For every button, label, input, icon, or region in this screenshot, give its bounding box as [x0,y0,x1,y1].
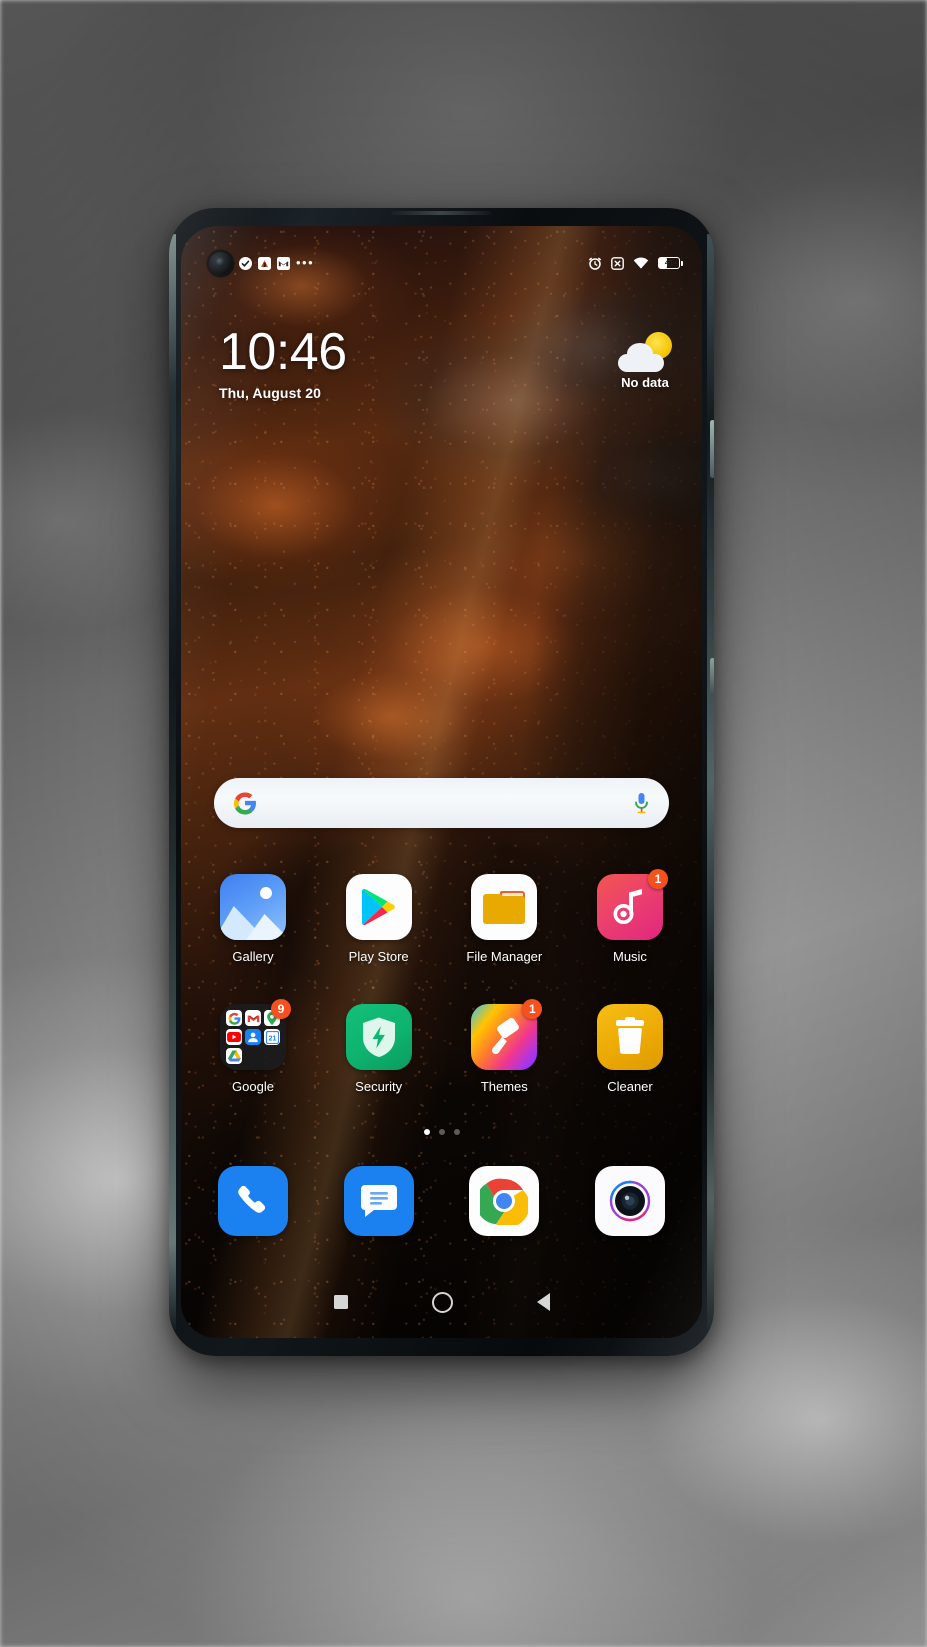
app-label: Music [612,949,647,964]
app-security[interactable]: Security [327,1004,431,1094]
app-label: File Manager [466,949,543,964]
app-notification-icon [258,256,271,270]
app-label: Play Store [348,949,409,964]
search-input[interactable] [214,778,669,828]
smartphone-device: ••• 41 10:46 Thu, August 20 No data Gall… [169,208,714,1356]
app-label: Security [355,1079,403,1094]
status-bar[interactable]: ••• 41 [181,250,702,276]
triangle-left-icon[interactable] [536,1293,550,1311]
home-app-row-1: Gallery Play Store File Manager 1 Music [201,869,682,964]
more-notifications-icon: ••• [296,255,315,270]
music-icon-wrap[interactable]: 1 [596,869,668,940]
weather-widget[interactable]: No data [616,332,674,390]
silent-mode-icon [611,256,624,270]
google-g-icon [233,791,257,815]
app-themes[interactable]: 1 Themes [452,999,556,1094]
file-manager-icon-wrap[interactable] [471,874,538,940]
mini-drive-icon [226,1048,242,1064]
folder-shape [483,890,526,924]
message-bubble-icon[interactable] [343,1166,414,1236]
app-label: Themes [480,1079,528,1094]
app-label: Cleaner [607,1079,653,1094]
camera-lens-icon[interactable] [594,1166,665,1236]
gallery-icon[interactable] [220,874,286,940]
app-label: Gallery [232,949,274,964]
dock-item-phone[interactable] [201,1166,305,1236]
battery-icon: 41 [658,257,683,269]
app-file-manager[interactable]: File Manager [452,874,556,964]
trash-icon[interactable] [596,1004,663,1070]
themes-icon-wrap[interactable]: 1 [471,999,543,1070]
mini-contacts-icon [245,1029,261,1045]
home-app-row-2: 21 9 Google Security 1 Themes Cleaner [201,999,682,1094]
cleaner-icon-wrap[interactable] [596,1004,663,1070]
folder-body [483,895,526,924]
phone-screen: ••• 41 10:46 Thu, August 20 No data Gall… [181,226,702,1338]
gmail-icon [277,256,290,270]
mini-google-search-icon [226,1010,242,1026]
volume-button[interactable] [710,658,714,696]
play-store-icon[interactable] [345,874,412,940]
folder-icon[interactable] [471,874,538,940]
gallery-sun-shape [260,887,272,899]
phone-icon[interactable] [218,1166,288,1236]
app-play-store[interactable]: Play Store [327,874,431,964]
check-circle-icon [239,256,252,270]
right-frame-rail [707,234,714,1330]
navigation-bar [181,1280,702,1324]
clock-time: 10:46 [219,323,347,381]
app-cleaner[interactable]: Cleaner [578,1004,682,1094]
mini-calendar-icon: 21 [264,1029,280,1045]
battery-percent-label: 41 [664,258,674,267]
dock-item-chrome[interactable] [452,1166,556,1236]
page-dot-3[interactable] [453,1129,460,1135]
clock-date: Thu, August 20 [219,385,321,401]
partly-cloudy-icon [616,332,674,372]
app-music[interactable]: 1 Music [578,869,682,964]
page-indicator[interactable] [181,1129,702,1135]
status-badge: 9 [271,999,291,1019]
status-bar-notification-icons[interactable]: ••• [239,255,315,270]
mini-gmail-icon [245,1010,261,1026]
trash-shape [615,1017,644,1054]
mini-youtube-icon [226,1029,242,1045]
app-google-folder[interactable]: 21 9 Google [201,999,305,1094]
shield-bolt-icon[interactable] [345,1004,412,1070]
security-icon-wrap[interactable] [345,1004,412,1070]
square-icon[interactable] [333,1295,348,1309]
svg-text:21: 21 [268,1035,276,1042]
circle-icon[interactable] [431,1291,453,1313]
alarm-icon [588,256,602,270]
gallery-icon-wrap[interactable] [220,874,286,940]
dock [201,1166,682,1236]
status-bar-system-icons[interactable]: 41 [588,256,683,270]
status-badge: 1 [522,999,543,1019]
weather-status-label: No data [621,375,669,390]
chrome-icon[interactable] [469,1166,540,1236]
microphone-icon[interactable] [633,791,650,815]
dock-item-messages[interactable] [327,1166,431,1236]
page-dot-2[interactable] [438,1129,445,1135]
cloud-shape [618,343,664,372]
left-frame-rail [169,234,176,1330]
power-button[interactable] [710,420,714,478]
trash-body [617,1028,642,1054]
page-dot-1[interactable] [423,1129,430,1135]
google-folder-icon-wrap[interactable]: 21 9 [220,999,291,1070]
trash-lid [615,1020,644,1026]
earpiece-speaker [391,211,491,215]
status-badge: 1 [647,869,668,889]
app-gallery[interactable]: Gallery [201,874,305,964]
play-store-icon-wrap[interactable] [345,874,412,940]
app-label: Google [232,1079,274,1094]
dock-item-camera[interactable] [578,1166,682,1236]
clock-widget[interactable]: 10:46 Thu, August 20 [219,324,347,401]
wifi-icon [633,257,649,270]
